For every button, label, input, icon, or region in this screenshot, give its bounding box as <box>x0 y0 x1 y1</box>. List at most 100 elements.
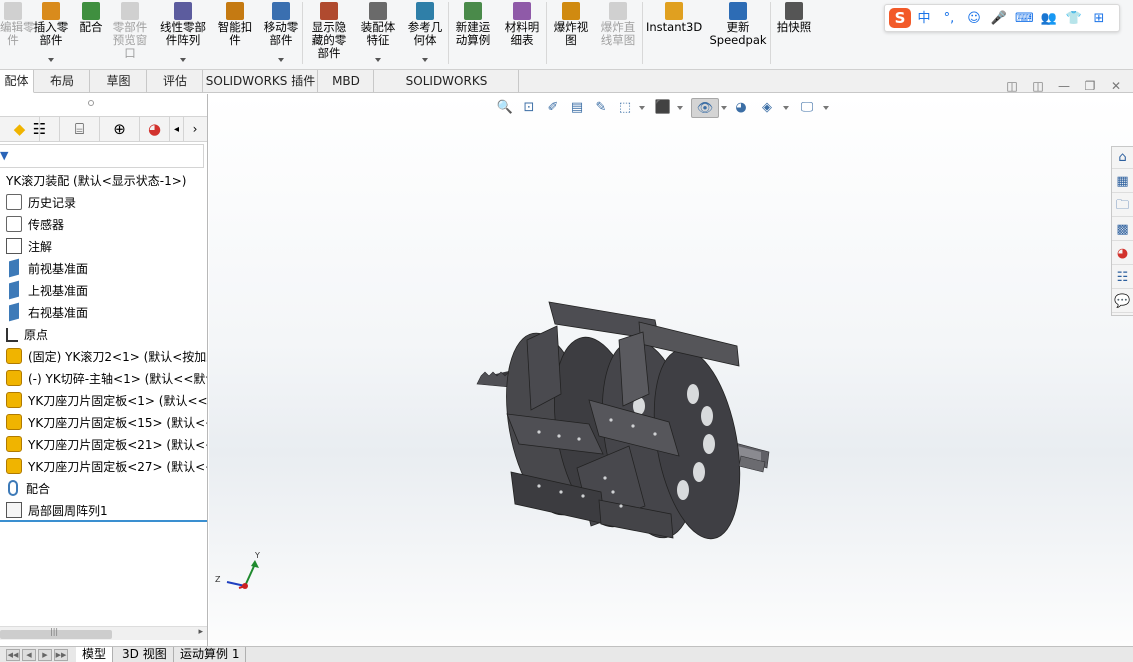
show-hidden-button[interactable]: 显示隐 藏的零 部件 <box>308 0 350 66</box>
move-component-label: 移动零 部件 <box>263 20 299 47</box>
assembly-feature-button[interactable]: 装配体 特征 <box>356 0 400 66</box>
part-icon <box>6 348 22 364</box>
graphics-area[interactable]: 🔍 ⊡ ✐ ▤ ✎ ⬚ ⬛ 👁 ◕ ◈ 🖵 Y Z <box>209 94 1133 646</box>
file-explorer-tab[interactable]: 🗀 <box>1112 195 1133 217</box>
configuration-manager-tab[interactable]: ⌸ <box>60 117 100 142</box>
tree-node[interactable]: (固定) YK滚刀2<1> (默认<按加工 <box>0 346 207 368</box>
tree-node[interactable]: 注解 <box>0 236 207 258</box>
tree-node[interactable]: 配合 <box>0 478 207 500</box>
reference-geometry-button[interactable]: 参考几 何体 <box>404 0 446 66</box>
ime-voice-icon[interactable]: 🎤 <box>990 9 1008 29</box>
rollback-bar[interactable] <box>0 520 207 522</box>
tab-scroll-left[interactable]: ◂ <box>170 117 184 142</box>
restore-left-icon[interactable]: ◫ <box>1004 78 1020 94</box>
tree-node[interactable]: 前视基准面 <box>0 258 207 280</box>
custom-properties-tab[interactable]: ☷ <box>1112 267 1133 289</box>
ime-punctuation-icon[interactable]: °, <box>940 9 958 29</box>
update-speedpak-button[interactable]: 更新 Speedpak <box>708 0 768 66</box>
view-palette-tab[interactable]: ▩ <box>1112 219 1133 241</box>
exploded-view-button[interactable]: 爆炸视 图 <box>550 0 592 66</box>
reference-geometry-icon <box>416 2 434 20</box>
next-tab-button[interactable]: ▶ <box>38 649 52 661</box>
tree-filter-bar[interactable]: ▼ <box>0 144 204 168</box>
last-tab-button[interactable]: ▶▶ <box>54 649 68 661</box>
tree-node[interactable]: 传感器 <box>0 214 207 236</box>
sogou-logo[interactable]: S <box>889 8 911 28</box>
maximize-icon[interactable]: ❐ <box>1082 78 1098 94</box>
ime-emoji-icon[interactable]: ☺ <box>965 9 983 29</box>
triad-z-label: Z <box>215 575 221 584</box>
take-snapshot-button[interactable]: 拍快照 <box>772 0 816 66</box>
bill-of-materials-button[interactable]: 材料明 细表 <box>500 0 544 66</box>
display-manager-tab[interactable]: ◕ <box>140 117 170 142</box>
tree-node[interactable]: 上视基准面 <box>0 280 207 302</box>
explode-line-sketch-button[interactable]: 爆炸直 线草图 <box>596 0 640 66</box>
tab-2[interactable]: 草图 <box>91 70 147 93</box>
smart-fastener-button[interactable]: 智能扣 件 <box>214 0 256 66</box>
tree-node[interactable]: 历史记录 <box>0 192 207 214</box>
move-component-button[interactable]: 移动零 部件 <box>260 0 302 66</box>
history-icon <box>6 194 22 210</box>
tree-node[interactable]: 局部圆周阵列1 <box>0 500 207 522</box>
tree-node[interactable]: (-) YK切碎-主轴<1> (默认<<默认 <box>0 368 207 390</box>
scroll-right-arrow-icon[interactable]: ▸ <box>198 627 203 637</box>
bill-of-materials-icon <box>513 2 531 20</box>
bottom-tab-2[interactable]: 运动算例 1 <box>174 647 247 662</box>
dimxpert-tab[interactable]: ⊕ <box>100 117 140 142</box>
pane-grip-handle[interactable] <box>88 100 94 106</box>
annotation-icon <box>6 238 22 254</box>
edit-part-button[interactable]: 编辑零 件 <box>0 0 35 66</box>
minimize-icon[interactable]: — <box>1056 78 1072 94</box>
bottom-tab-1[interactable]: 3D 视图 <box>116 647 174 662</box>
bottom-tab-0[interactable]: 模型 <box>76 647 114 662</box>
tab-1[interactable]: 布局 <box>35 70 90 93</box>
tree-root-assembly[interactable]: YK滚刀装配 (默认<显示状态-1>) <box>0 170 207 192</box>
ime-users-icon[interactable]: 👥 <box>1040 9 1058 29</box>
tree-horizontal-scrollbar[interactable]: ||| ▸ <box>0 626 207 640</box>
chevron-left-icon: ◂ <box>173 124 180 135</box>
tree-node[interactable]: YK刀座刀片固定板<15> (默认<< <box>0 412 207 434</box>
rotary-cutter-model[interactable] <box>476 301 770 545</box>
tab-0[interactable]: 配体 <box>0 70 34 93</box>
ime-skin-icon[interactable]: 👕 <box>1065 9 1083 29</box>
mate-button[interactable]: 配合 <box>76 0 106 66</box>
tab-5[interactable]: MBD <box>319 70 374 93</box>
ime-chinese-mode-icon[interactable]: 中 <box>915 9 933 29</box>
insert-part-dropdown-icon[interactable] <box>48 58 54 62</box>
tree-node[interactable]: 原点 <box>0 324 207 346</box>
reference-geometry-dropdown-icon[interactable] <box>422 58 428 62</box>
tab-6[interactable]: SOLIDWORKS Inspection <box>375 70 519 110</box>
grip-dots-icon: ||| <box>50 627 59 636</box>
tree-node[interactable]: YK刀座刀片固定板<1> (默认<<默 <box>0 390 207 412</box>
instant3d-button[interactable]: Instant3D <box>646 0 702 66</box>
forum-tab[interactable]: 💬 <box>1112 291 1133 313</box>
model-canvas[interactable] <box>209 94 1133 646</box>
edit-part-icon <box>4 2 22 20</box>
restore-right-icon[interactable]: ◫ <box>1030 78 1046 94</box>
tab-3[interactable]: 评估 <box>148 70 203 93</box>
insert-part-button[interactable]: 插入零 部件 <box>30 0 72 66</box>
move-component-dropdown-icon[interactable] <box>278 58 284 62</box>
linear-pattern-dropdown-icon[interactable] <box>180 58 186 62</box>
prev-tab-button[interactable]: ◀ <box>22 649 36 661</box>
tree-node[interactable]: 右视基准面 <box>0 302 207 324</box>
design-library-tab[interactable]: ▦ <box>1112 171 1133 193</box>
solidworks-resources-tab[interactable]: ⌂ <box>1112 147 1133 169</box>
first-tab-button[interactable]: ◀◀ <box>6 649 20 661</box>
tree-node-label: (-) YK切碎-主轴<1> (默认<<默认 <box>28 372 207 386</box>
new-motion-study-button[interactable]: 新建运 动算例 <box>452 0 494 66</box>
tab-scroll-right[interactable]: › <box>184 117 206 142</box>
tab-4[interactable]: SOLIDWORKS 插件 <box>204 70 318 93</box>
ime-toolbox-icon[interactable]: ⊞ <box>1090 9 1108 29</box>
component-preview-button[interactable]: 零部件 预览窗 口 <box>110 0 150 66</box>
linear-pattern-button[interactable]: 线性零部 件阵列 <box>156 0 210 66</box>
close-icon[interactable]: ✕ <box>1108 78 1124 94</box>
property-manager-tab[interactable]: ☷ <box>20 117 60 142</box>
tree-node-label: 局部圆周阵列1 <box>28 504 108 518</box>
appearances-tab[interactable]: ◕ <box>1112 243 1133 265</box>
ime-keyboard-icon[interactable]: ⌨ <box>1015 9 1034 29</box>
tree-node[interactable]: YK刀座刀片固定板<21> (默认<< <box>0 434 207 456</box>
properties-icon: ☷ <box>1116 270 1129 285</box>
assembly-feature-dropdown-icon[interactable] <box>375 58 381 62</box>
tree-node[interactable]: YK刀座刀片固定板<27> (默认<< <box>0 456 207 478</box>
